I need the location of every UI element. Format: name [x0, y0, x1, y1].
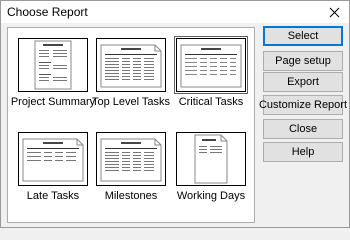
report-label: Critical Tasks — [178, 96, 244, 108]
customize-report-button[interactable]: Customize Report — [259, 95, 347, 115]
report-thumbnail — [18, 132, 88, 186]
page-setup-button[interactable]: Page setup — [263, 51, 343, 71]
report-thumbnail — [96, 38, 166, 92]
report-thumbnail — [96, 132, 166, 186]
close-icon — [329, 7, 339, 17]
close-button[interactable]: Close — [263, 119, 343, 139]
select-button[interactable]: Select — [263, 26, 343, 46]
dialog-title: Choose Report — [7, 5, 88, 19]
report-thumbnail — [174, 36, 248, 94]
report-working-days[interactable]: Working Days — [172, 128, 250, 212]
report-thumbnail — [176, 132, 246, 186]
choose-report-dialog: Choose Report Project Summary Top Level … — [0, 0, 350, 228]
close-window-button[interactable] — [319, 1, 349, 23]
report-list: Project Summary Top Level Tasks Critical… — [7, 27, 255, 223]
report-thumbnail — [18, 38, 88, 92]
export-button[interactable]: Export — [263, 72, 343, 92]
help-button[interactable]: Help — [263, 142, 343, 162]
title-bar: Choose Report — [1, 1, 349, 23]
report-critical-tasks[interactable]: Critical Tasks — [172, 34, 250, 118]
report-label: Working Days — [176, 190, 246, 202]
